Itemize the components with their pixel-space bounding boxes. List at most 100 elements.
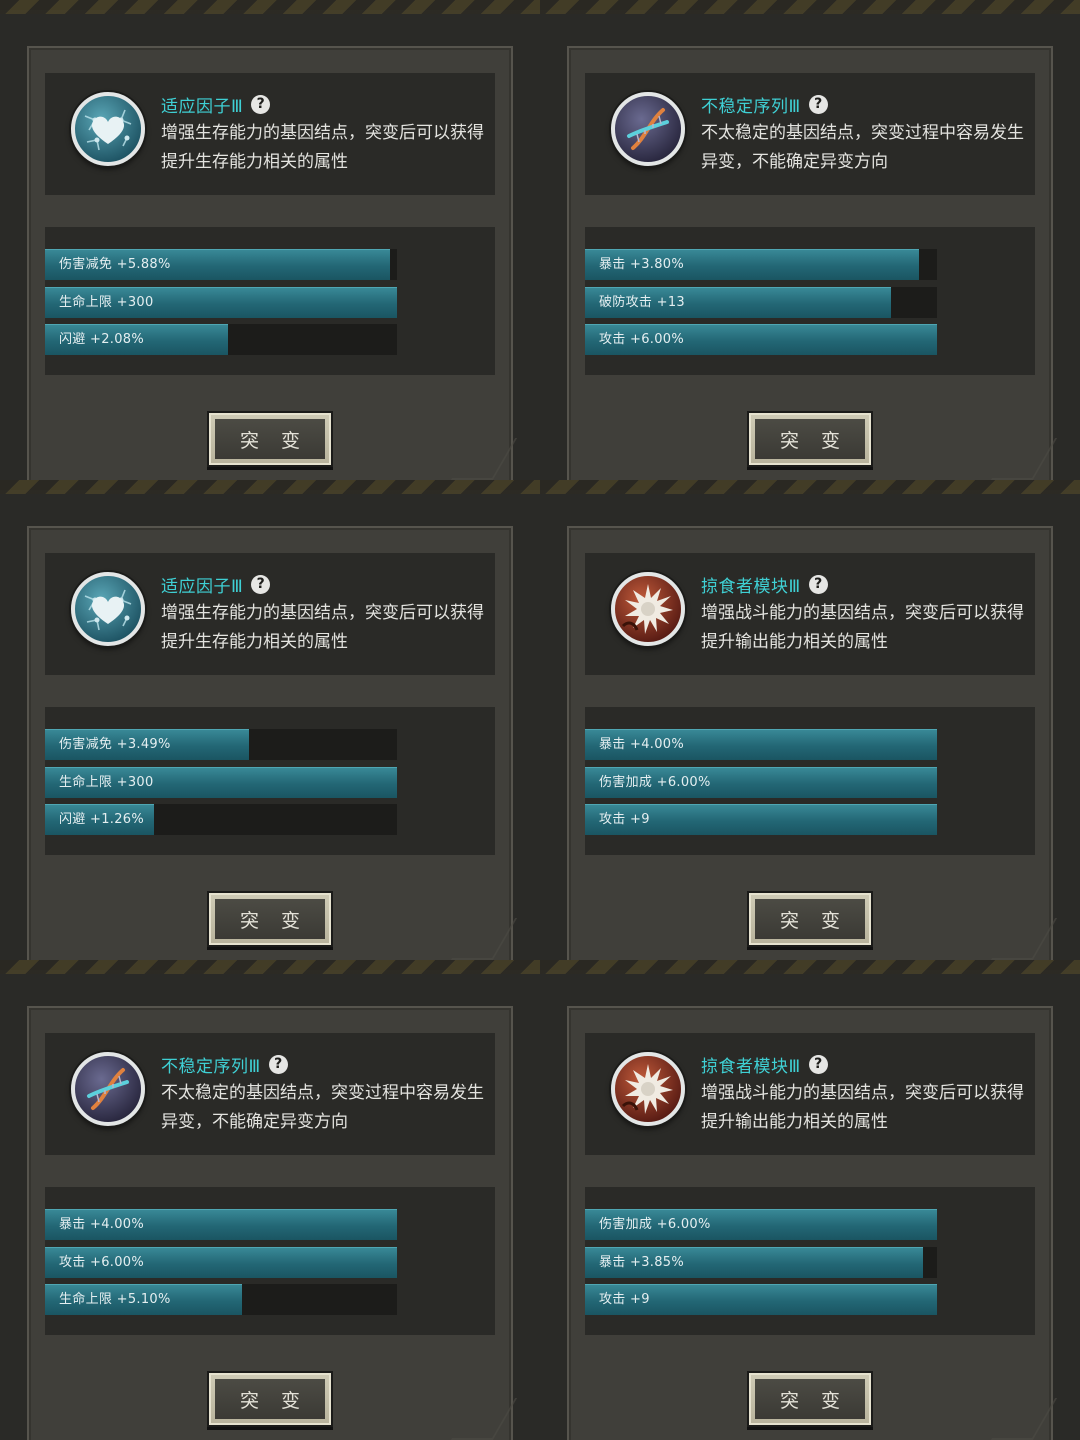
help-icon[interactable]: ? <box>251 574 271 594</box>
hazard-stripe <box>0 960 540 974</box>
gene-card: 掠食者模块Ⅲ ? 增强战斗能力的基因结点，突变后可以获得提升输出能力相关的属性 … <box>540 480 1080 960</box>
panel-corner-decoration <box>990 1398 1058 1440</box>
stat-label: 攻击 +9 <box>599 812 650 827</box>
stat-bar: 攻击 +9 <box>585 1284 937 1315</box>
mutate-button-label: 突 变 <box>779 1389 849 1412</box>
gene-info: 掠食者模块Ⅲ ? 增强战斗能力的基因结点，突变后可以获得提升输出能力相关的属性 <box>585 553 1035 675</box>
gene-info: 掠食者模块Ⅲ ? 增强战斗能力的基因结点，突变后可以获得提升输出能力相关的属性 <box>585 1033 1035 1155</box>
gene-card: 掠食者模块Ⅲ ? 增强战斗能力的基因结点，突变后可以获得提升输出能力相关的属性 … <box>540 960 1080 1440</box>
gene-card: 适应因子Ⅲ ? 增强生存能力的基因结点，突变后可以获得提升生存能力相关的属性 伤… <box>0 0 540 480</box>
gene-title: 掠食者模块Ⅲ <box>701 576 801 597</box>
stat-label: 闪避 +2.08% <box>59 332 145 347</box>
gene-info: 不稳定序列Ⅲ ? 不太稳定的基因结点，突变过程中容易发生异变，不能确定异变方向 <box>585 73 1035 195</box>
mutate-button-label: 突 变 <box>779 909 849 932</box>
gene-info: 适应因子Ⅲ ? 增强生存能力的基因结点，突变后可以获得提升生存能力相关的属性 <box>45 553 495 675</box>
predator-icon <box>611 572 685 646</box>
mutate-button-label: 突 变 <box>779 429 849 452</box>
dna-icon <box>611 92 685 166</box>
panel-corner-decoration <box>450 918 518 960</box>
gene-title: 不稳定序列Ⅲ <box>701 96 801 117</box>
gene-description: 增强生存能力的基因结点，突变后可以获得提升生存能力相关的属性 <box>161 603 484 652</box>
gene-description: 增强生存能力的基因结点，突变后可以获得提升生存能力相关的属性 <box>161 123 484 172</box>
title-row: 不稳定序列Ⅲ ? <box>161 1051 288 1077</box>
gene-title: 掠食者模块Ⅲ <box>701 1056 801 1077</box>
stat-bar: 闪避 +2.08% <box>45 324 397 355</box>
stat-bar: 暴击 +3.85% <box>585 1247 937 1278</box>
panel-corner-decoration <box>450 438 518 480</box>
stat-label: 生命上限 +5.10% <box>59 1292 171 1307</box>
gene-description: 增强战斗能力的基因结点，突变后可以获得提升输出能力相关的属性 <box>701 603 1024 652</box>
stat-bar: 暴击 +4.00% <box>45 1209 397 1240</box>
stat-label: 伤害加成 +6.00% <box>599 775 711 790</box>
gene-description: 不太稳定的基因结点，突变过程中容易发生异变，不能确定异变方向 <box>161 1083 484 1132</box>
stat-label: 暴击 +4.00% <box>599 737 685 752</box>
gene-card: 不稳定序列Ⅲ ? 不太稳定的基因结点，突变过程中容易发生异变，不能确定异变方向 … <box>540 0 1080 480</box>
mutate-button-label: 突 变 <box>239 1389 309 1412</box>
title-row: 掠食者模块Ⅲ ? <box>701 571 828 597</box>
stat-bar: 攻击 +9 <box>585 804 937 835</box>
help-icon[interactable]: ? <box>808 1054 828 1074</box>
stat-label: 伤害加成 +6.00% <box>599 1217 711 1232</box>
stat-bar: 生命上限 +300 <box>45 767 397 798</box>
stat-label: 暴击 +3.85% <box>599 1255 685 1270</box>
mutate-button[interactable]: 突 变 <box>207 1371 333 1427</box>
heart-icon <box>71 92 145 166</box>
title-row: 掠食者模块Ⅲ ? <box>701 1051 828 1077</box>
gene-info: 不稳定序列Ⅲ ? 不太稳定的基因结点，突变过程中容易发生异变，不能确定异变方向 <box>45 1033 495 1155</box>
gene-title: 适应因子Ⅲ <box>161 96 244 117</box>
hazard-stripe <box>0 480 540 494</box>
mutate-button[interactable]: 突 变 <box>747 891 873 947</box>
stat-bar: 伤害减免 +3.49% <box>45 729 397 760</box>
hazard-stripe <box>540 0 1080 14</box>
stat-bar: 伤害加成 +6.00% <box>585 767 937 798</box>
stat-bar: 闪避 +1.26% <box>45 804 397 835</box>
stat-bar: 破防攻击 +13 <box>585 287 937 318</box>
mutate-button[interactable]: 突 变 <box>207 411 333 467</box>
title-row: 不稳定序列Ⅲ ? <box>701 91 828 117</box>
hazard-stripe <box>0 0 540 14</box>
title-row: 适应因子Ⅲ ? <box>161 91 271 117</box>
stat-label: 伤害减免 +5.88% <box>59 257 171 272</box>
stat-bar: 生命上限 +300 <box>45 287 397 318</box>
mutate-button-label: 突 变 <box>239 909 309 932</box>
hazard-stripe <box>540 480 1080 494</box>
stat-label: 攻击 +6.00% <box>59 1255 145 1270</box>
stat-label: 伤害减免 +3.49% <box>59 737 171 752</box>
gene-card: 适应因子Ⅲ ? 增强生存能力的基因结点，突变后可以获得提升生存能力相关的属性 伤… <box>0 480 540 960</box>
mutate-button[interactable]: 突 变 <box>207 891 333 947</box>
gene-title: 适应因子Ⅲ <box>161 576 244 597</box>
dna-icon <box>71 1052 145 1126</box>
mutate-button[interactable]: 突 变 <box>747 411 873 467</box>
stat-label: 生命上限 +300 <box>59 775 154 790</box>
stat-label: 暴击 +4.00% <box>59 1217 145 1232</box>
stat-label: 闪避 +1.26% <box>59 812 145 827</box>
gene-card: 不稳定序列Ⅲ ? 不太稳定的基因结点，突变过程中容易发生异变，不能确定异变方向 … <box>0 960 540 1440</box>
help-icon[interactable]: ? <box>251 94 271 114</box>
hazard-stripe <box>540 960 1080 974</box>
gene-title: 不稳定序列Ⅲ <box>161 1056 261 1077</box>
stat-bar: 暴击 +4.00% <box>585 729 937 760</box>
panel-corner-decoration <box>990 918 1058 960</box>
stat-bar: 攻击 +6.00% <box>585 324 937 355</box>
stat-label: 破防攻击 +13 <box>599 295 685 310</box>
gene-info: 适应因子Ⅲ ? 增强生存能力的基因结点，突变后可以获得提升生存能力相关的属性 <box>45 73 495 195</box>
mutate-button[interactable]: 突 变 <box>747 1371 873 1427</box>
stat-bar: 攻击 +6.00% <box>45 1247 397 1278</box>
stat-label: 攻击 +6.00% <box>599 332 685 347</box>
panel-corner-decoration <box>450 1398 518 1440</box>
stat-bar: 生命上限 +5.10% <box>45 1284 397 1315</box>
heart-icon <box>71 572 145 646</box>
stat-bar: 伤害加成 +6.00% <box>585 1209 937 1240</box>
panel-corner-decoration <box>990 438 1058 480</box>
gene-description: 不太稳定的基因结点，突变过程中容易发生异变，不能确定异变方向 <box>701 123 1024 172</box>
help-icon[interactable]: ? <box>808 574 828 594</box>
help-icon[interactable]: ? <box>268 1054 288 1074</box>
stat-label: 攻击 +9 <box>599 1292 650 1307</box>
gene-description: 增强战斗能力的基因结点，突变后可以获得提升输出能力相关的属性 <box>701 1083 1024 1132</box>
help-icon[interactable]: ? <box>808 94 828 114</box>
stat-label: 暴击 +3.80% <box>599 257 685 272</box>
title-row: 适应因子Ⅲ ? <box>161 571 271 597</box>
mutate-button-label: 突 变 <box>239 429 309 452</box>
predator-icon <box>611 1052 685 1126</box>
stat-bar: 伤害减免 +5.88% <box>45 249 397 280</box>
